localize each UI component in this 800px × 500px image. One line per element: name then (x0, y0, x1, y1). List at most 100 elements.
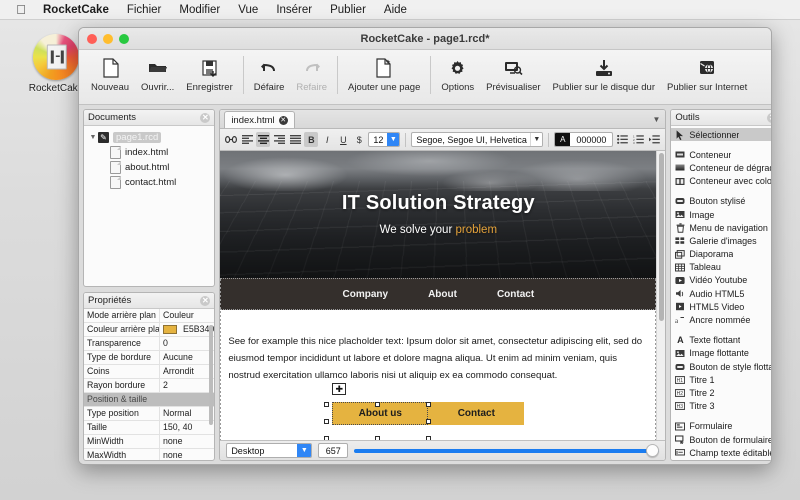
align-left-icon[interactable] (240, 132, 254, 147)
tool-item-bouton-style-flottant[interactable]: Bouton de style flottan (671, 360, 771, 373)
font-color-combo[interactable]: A 000000 (554, 132, 614, 147)
tool-item-ancre-nommee[interactable]: a Ancre nommée (671, 313, 771, 326)
tool-item-conteneur-colonnes[interactable]: Conteneur avec colonn (671, 175, 771, 188)
tool-item-video-youtube[interactable]: Vidéo Youtube (671, 274, 771, 287)
chevron-down-icon[interactable]: ▼ (88, 134, 98, 141)
page-content-area[interactable]: See for example this nice placholder tex… (220, 310, 656, 440)
tool-item-champ-texte[interactable]: Champ texte éditable (671, 446, 771, 459)
hero-banner[interactable]: IT Solution Strategy We solve your probl… (220, 151, 657, 278)
tool-item-tableau[interactable]: Tableau (671, 261, 771, 274)
underline-icon[interactable]: U (336, 132, 350, 147)
nav-link-contact[interactable]: Contact (497, 289, 534, 300)
align-center-icon[interactable] (256, 132, 271, 147)
tool-item-titre-3[interactable]: H3 Titre 3 (671, 400, 771, 413)
font-family-combo[interactable]: Segoe, Segoe UI, Helvetica Neu ▼ (411, 132, 544, 147)
toolbar-button-publier-internet[interactable]: Publier sur Internet (661, 54, 753, 93)
property-row[interactable]: Rayon bordure 2 (84, 379, 215, 393)
resize-handle-bottom-left[interactable] (324, 436, 330, 440)
property-value-color[interactable]: E5B340 (160, 323, 214, 336)
property-row[interactable]: MinWidth none (84, 435, 215, 449)
tree-item-index-html[interactable]: index.html (86, 145, 212, 160)
menu-item-inserer[interactable]: Insérer (267, 0, 321, 20)
font-size-combo[interactable]: 12 ▼ (368, 132, 401, 147)
property-row[interactable]: Mode arrière plan Couleur (84, 309, 215, 323)
tool-item-image-flottante[interactable]: Image flottante (671, 347, 771, 360)
tree-item-contact-html[interactable]: contact.html (86, 175, 212, 190)
apple-logo-icon[interactable]:  (8, 0, 34, 20)
device-preview-combo[interactable]: Desktop ▼ (226, 443, 313, 458)
tab-index-html[interactable]: index.html ✕ (224, 111, 295, 128)
insert-link-icon[interactable] (224, 132, 238, 147)
tool-item-bouton-formulaire[interactable]: Bouton de formulaire (671, 433, 771, 446)
tool-item-html5-video[interactable]: HTML5 Video (671, 300, 771, 313)
tool-item-texte-flottant[interactable]: A Texte flottant (671, 334, 771, 347)
toolbar-button-ajouter-une-page[interactable]: Ajouter une page (342, 54, 426, 93)
property-value[interactable]: Aucune (160, 351, 214, 364)
property-value[interactable]: Couleur (160, 309, 214, 322)
canvas-vertical-scrollbar[interactable] (656, 151, 666, 440)
property-row[interactable]: Couleur arrière plan E5B340 (84, 323, 215, 337)
viewport-width-field[interactable]: 657 (318, 443, 349, 458)
slider-knob[interactable] (646, 444, 660, 457)
tool-item-conteneur[interactable]: Conteneur (671, 148, 771, 161)
tree-item-about-html[interactable]: about.html (86, 160, 212, 175)
align-justify-icon[interactable] (288, 132, 302, 147)
toolbar-button-publier-disque-dur[interactable]: Publier sur le disque dur (547, 54, 661, 93)
property-value[interactable]: 150, 40 (160, 421, 214, 434)
resize-handle-middle-right[interactable] (426, 419, 432, 425)
tool-item-diaporama[interactable]: Diaporama (671, 248, 771, 261)
page-button-contact[interactable]: Contact (428, 402, 525, 426)
menu-item-publier[interactable]: Publier (321, 0, 375, 20)
property-value[interactable]: Arrondit (160, 365, 214, 378)
toolbar-button-previsualiser[interactable]: Prévisualiser (480, 54, 546, 93)
chevron-down-icon[interactable]: ▼ (387, 133, 400, 146)
close-icon[interactable]: ✕ (767, 112, 771, 123)
menu-item-fichier[interactable]: Fichier (118, 0, 171, 20)
chevron-down-icon[interactable]: ▼ (297, 444, 312, 457)
toolbar-button-ouvrir[interactable]: Ouvrir... (135, 54, 180, 93)
resize-handle-top-center[interactable] (375, 402, 381, 408)
currency-icon[interactable]: $ (352, 132, 366, 147)
nav-link-company[interactable]: Company (343, 289, 389, 300)
close-icon[interactable]: ✕ (200, 295, 211, 306)
page-navigation-menu[interactable]: Company About Contact (220, 278, 657, 310)
tool-item-selectionner[interactable]: Sélectionner (671, 128, 771, 142)
property-value[interactable]: Normal (160, 407, 214, 420)
tree-item-project-root[interactable]: ▼ page1.rcd (86, 130, 212, 145)
properties-scrollbar[interactable] (209, 325, 214, 425)
resize-handle-bottom-right[interactable] (426, 436, 432, 440)
tool-item-menu-navigation[interactable]: Menu de navigation (671, 221, 771, 234)
property-value[interactable]: none (160, 435, 214, 448)
resize-handle-bottom-center[interactable] (375, 436, 381, 440)
tool-item-titre-2[interactable]: H2 Titre 2 (671, 386, 771, 399)
toolbar-button-options[interactable]: Options (435, 54, 480, 93)
resize-handle-top-left[interactable] (324, 402, 330, 408)
toolbar-button-defaire[interactable]: Défaire (248, 54, 291, 93)
close-icon[interactable]: ✕ (200, 112, 211, 123)
property-value[interactable]: none (160, 449, 214, 460)
chevron-down-icon[interactable]: ▼ (530, 133, 543, 146)
page-canvas[interactable]: IT Solution Strategy We solve your probl… (220, 151, 657, 440)
toolbar-button-nouveau[interactable]: Nouveau (85, 54, 135, 93)
color-swatch[interactable] (163, 325, 177, 334)
property-row[interactable]: Type de bordure Aucune (84, 351, 215, 365)
viewport-width-slider[interactable] (354, 443, 660, 458)
tool-item-conteneur-degrade[interactable]: Conteneur de dégradé (671, 161, 771, 174)
toolbar-button-refaire[interactable]: Refaire (290, 54, 333, 93)
property-value[interactable]: 0 (160, 337, 214, 350)
toolbar-button-enregistrer[interactable]: Enregistrer (180, 54, 238, 93)
tool-item-galerie-images[interactable]: Galerie d'images (671, 234, 771, 247)
indent-icon[interactable] (647, 132, 661, 147)
resize-handle-middle-left[interactable] (324, 419, 330, 425)
property-row[interactable]: MaxWidth none (84, 449, 214, 460)
tool-item-bouton-stylise[interactable]: Bouton stylisé (671, 195, 771, 208)
tool-item-titre-1[interactable]: H1 Titre 1 (671, 373, 771, 386)
tool-item-formulaire[interactable]: Formulaire (671, 420, 771, 433)
property-row[interactable]: Transparence 0 (84, 337, 215, 351)
property-value[interactable]: 2 (160, 379, 214, 392)
property-row[interactable]: Coins Arrondit (84, 365, 215, 379)
bold-icon[interactable]: B (304, 132, 319, 147)
bullet-list-icon[interactable] (615, 132, 629, 147)
move-handle-icon[interactable]: ✚ (332, 383, 347, 396)
tool-item-audio-html5[interactable]: Audio HTML5 (671, 287, 771, 300)
